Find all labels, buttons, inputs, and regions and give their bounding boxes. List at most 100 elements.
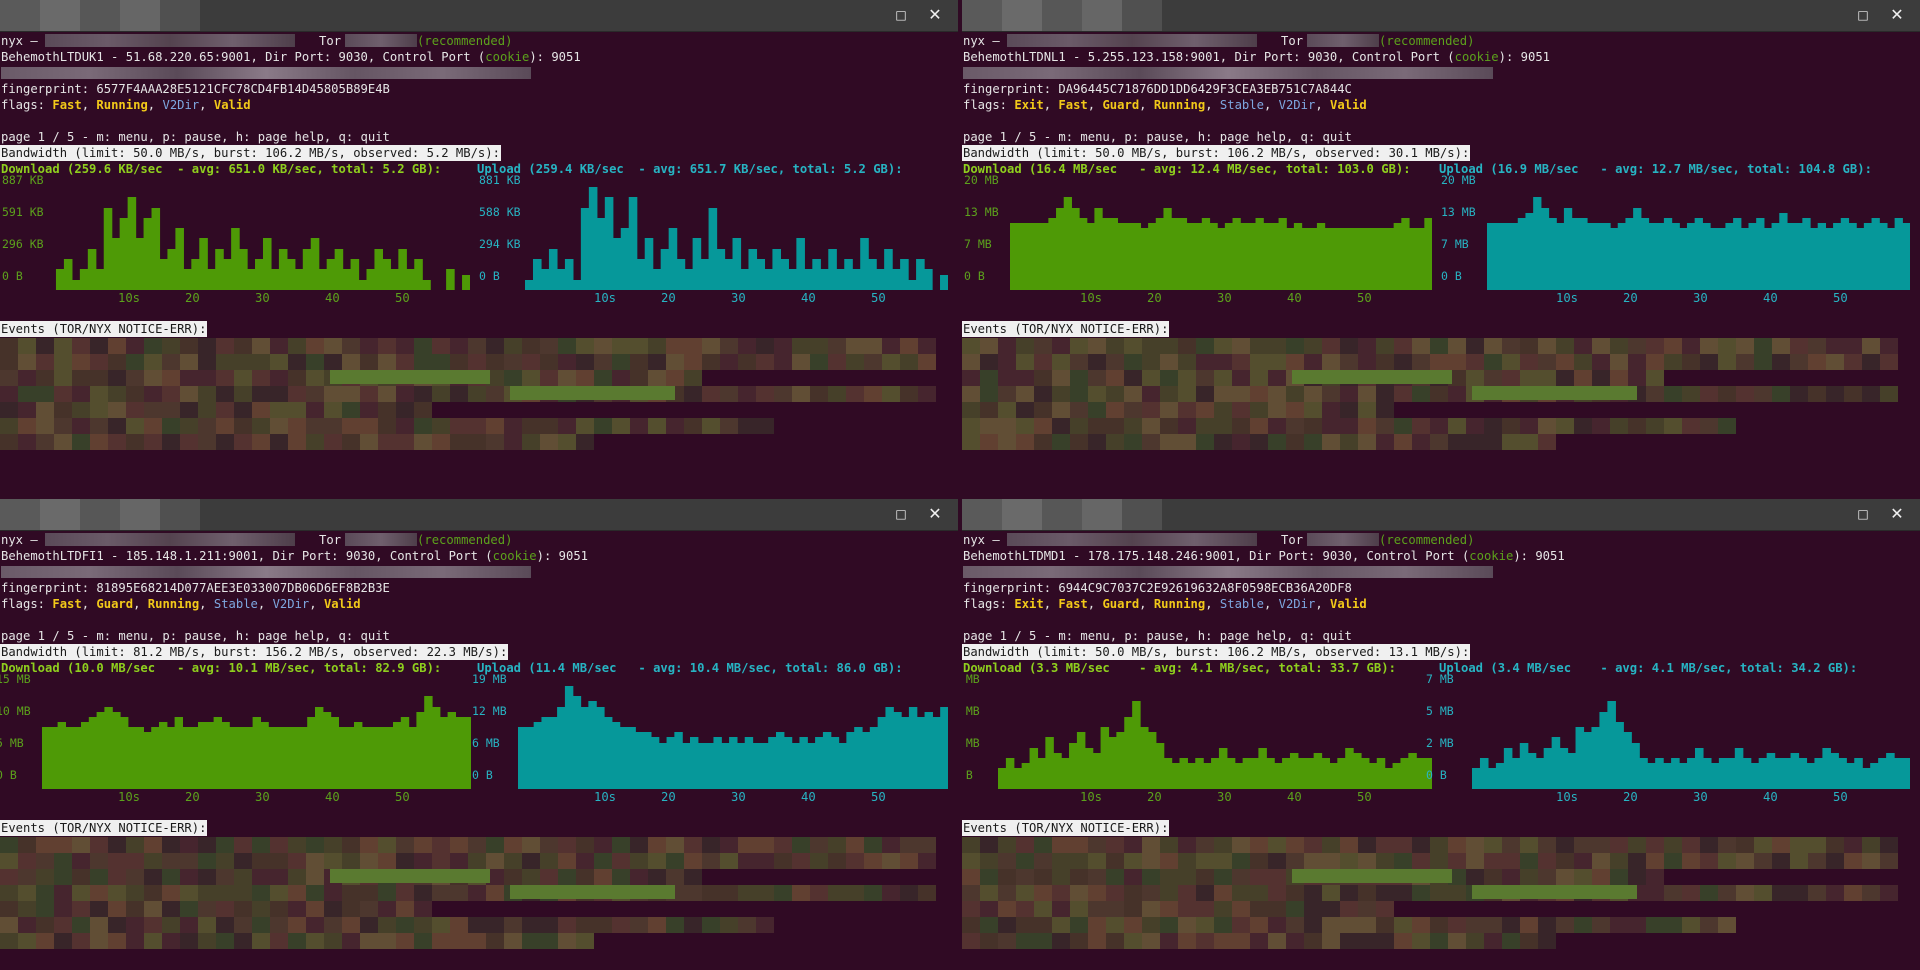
close-icon[interactable]: ✕: [1888, 505, 1906, 523]
redacted-pixel: [1016, 901, 1034, 917]
redacted-pixel: [378, 354, 396, 370]
window-titlebar[interactable]: □ ✕: [962, 0, 1920, 32]
download-bar: [239, 249, 248, 290]
maximize-icon[interactable]: □: [1854, 505, 1872, 523]
redacted-pixel: [540, 370, 558, 386]
redacted-pixel: [1178, 354, 1196, 370]
redacted-info: [1, 67, 531, 79]
terminal-window-3[interactable]: □ ✕ nyx – Tor (recommended) BehemothLTDFI1 -…: [0, 499, 958, 970]
maximize-icon[interactable]: □: [1854, 6, 1872, 24]
window-titlebar[interactable]: □ ✕: [0, 0, 958, 32]
redacted-pixel: [1178, 917, 1196, 933]
close-icon[interactable]: ✕: [926, 505, 944, 523]
redacted-pixel: [216, 885, 234, 901]
window-titlebar[interactable]: □ ✕: [0, 499, 958, 531]
download-bar: [104, 707, 113, 789]
upload-bar: [876, 269, 885, 290]
download-bar: [1376, 758, 1386, 789]
close-icon[interactable]: ✕: [1888, 6, 1906, 24]
redacted-title: [120, 499, 160, 530]
page-help-line: page 1 / 5 - m: menu, p: pause, h: page …: [1, 130, 390, 144]
download-x-tick: 20: [185, 291, 200, 305]
redacted-pixel: [1358, 418, 1376, 434]
download-bar: [276, 727, 285, 789]
redacted-pixel: [1682, 837, 1700, 853]
redacted-pixel: [504, 338, 522, 354]
download-bar: [151, 727, 160, 789]
upload-bar: [885, 707, 894, 789]
redacted-pixel: [1232, 869, 1250, 885]
redacted-pixel: [1304, 434, 1322, 450]
download-bar: [88, 717, 98, 789]
redacted-pixel: [1178, 418, 1196, 434]
redacted-pixel: [882, 837, 900, 853]
redacted-pixel: [792, 386, 810, 402]
redacted-pixel: [432, 933, 450, 949]
redacted-line: [1, 564, 531, 580]
redacted-pixel: [252, 853, 270, 869]
download-bar: [111, 238, 121, 290]
redacted-pixel: [1556, 370, 1574, 386]
cookie-label: cookie: [1469, 549, 1514, 563]
upload-bar: [764, 269, 774, 290]
redacted-pixel: [1772, 338, 1790, 354]
window-titlebar[interactable]: □ ✕: [962, 499, 1920, 531]
redacted-pixel: [864, 853, 882, 869]
maximize-icon[interactable]: □: [892, 6, 910, 24]
download-bar: [1025, 223, 1034, 290]
redacted-pixel: [980, 901, 998, 917]
recommended-label: (recommended): [1379, 533, 1475, 547]
upload-bar: [1886, 753, 1895, 789]
download-bar: [1211, 758, 1220, 789]
redacted-pixel: [1142, 402, 1160, 418]
redacted-pixel: [1178, 853, 1196, 869]
redacted-pixel: [126, 933, 144, 949]
flag-valid: Valid: [1330, 98, 1367, 112]
upload-bar: [1726, 758, 1736, 789]
redacted-pixel: [1574, 370, 1592, 386]
redacted-pixel: [684, 885, 702, 901]
download-tick-label: 5 MB: [0, 736, 24, 750]
upload-x-tick: 10s: [1556, 790, 1579, 804]
upload-x-tick: 20: [661, 291, 676, 305]
download-bar: [1329, 763, 1338, 789]
download-bar: [998, 768, 1007, 789]
upload-bar: [1472, 768, 1481, 789]
upload-bar: [628, 197, 638, 290]
upload-bar: [1610, 228, 1619, 290]
upload-bar: [1766, 753, 1776, 789]
download-x-tick: 50: [1357, 790, 1372, 804]
redacted-pixel: [1088, 434, 1106, 450]
terminal-window-4[interactable]: □ ✕ nyx – Tor (recommended) BehemothLTDMD1 -…: [962, 499, 1920, 970]
redacted-pixel: [1718, 354, 1736, 370]
redacted-pixel: [522, 917, 540, 933]
maximize-icon[interactable]: □: [892, 505, 910, 523]
terminal-window-2[interactable]: □ ✕ nyx – Tor (recommended) BehemothLTDNL1 -…: [962, 0, 1920, 484]
upload-bar: [1794, 223, 1803, 290]
redacted-pixel: [1538, 917, 1556, 933]
redacted-pixel: [684, 370, 702, 386]
redacted-pixel: [980, 853, 998, 869]
close-icon[interactable]: ✕: [926, 6, 944, 24]
download-bar: [1247, 223, 1257, 290]
redacted-pixel: [0, 434, 18, 450]
redacted-pixel: [1556, 837, 1574, 853]
upload-bar: [690, 737, 699, 789]
redacted-pixel: [360, 901, 378, 917]
redacted-tor-version: [345, 533, 418, 546]
upload-bar: [1655, 758, 1664, 789]
redacted-pixel: [180, 418, 198, 434]
upload-bar: [1671, 223, 1680, 290]
redacted-pixel: [18, 370, 36, 386]
redacted-pixel: [504, 869, 522, 885]
upload-bar: [932, 717, 941, 789]
redacted-pixel: [1412, 885, 1430, 901]
redacted-pixel: [1232, 837, 1250, 853]
download-bar: [1240, 223, 1249, 290]
redacted-title: [1082, 0, 1122, 31]
terminal-window-1[interactable]: □ ✕ nyx – Tor (recommended) BehemothLTDUK1 -…: [0, 0, 958, 484]
download-bar: [55, 269, 65, 290]
redacted-pixel: [54, 853, 72, 869]
redacted-pixel: [918, 386, 936, 402]
redacted-pixel: [180, 837, 198, 853]
